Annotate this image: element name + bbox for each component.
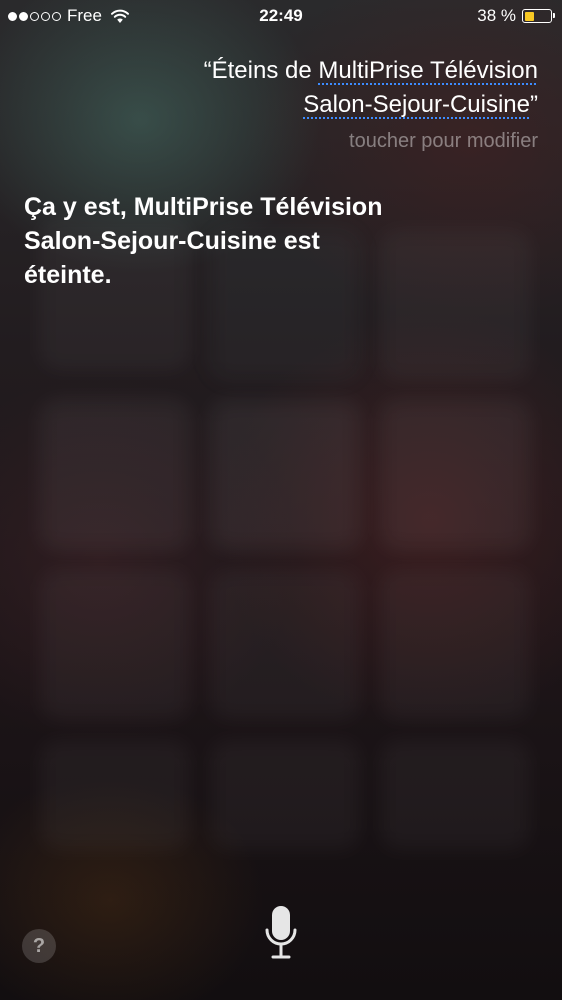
- background-tile: [40, 740, 190, 850]
- tap-to-edit-link[interactable]: toucher pour modifier: [349, 130, 538, 153]
- microphone-button[interactable]: [262, 904, 300, 964]
- battery-percentage: 38 %: [477, 6, 516, 25]
- battery-level-fill: [524, 11, 534, 21]
- siri-response: Ça y est, MultiPrise Télévision Salon-Se…: [24, 190, 524, 292]
- background-tile: [210, 570, 360, 720]
- response-line-2: Salon-Sejour-Cuisine est: [24, 227, 320, 255]
- question-icon: ?: [32, 935, 46, 957]
- siri-query[interactable]: “Éteins de MultiPrise Télévision Salon-S…: [58, 54, 538, 122]
- help-button[interactable]: ?: [22, 929, 56, 963]
- background-tile: [380, 570, 530, 720]
- response-line-3: éteinte.: [24, 261, 112, 289]
- query-line-2: Salon-Sejour-Cuisine”: [58, 88, 538, 122]
- status-bar: Free 22:49 38 %: [0, 0, 562, 34]
- battery-icon: [522, 9, 555, 23]
- query-prefix: “Éteins de: [203, 57, 312, 84]
- query-device-name-part2: Salon-Sejour-Cuisine: [303, 91, 530, 118]
- response-line-1: Ça y est, MultiPrise Télévision: [24, 193, 383, 221]
- background-tile: [40, 400, 190, 550]
- status-right: 38 %: [477, 6, 555, 26]
- background-tile: [210, 400, 360, 550]
- microphone-icon: [265, 906, 297, 959]
- query-device-name-part1: MultiPrise Télévision: [318, 57, 538, 84]
- query-line-1: “Éteins de MultiPrise Télévision: [58, 54, 538, 88]
- query-suffix: ”: [530, 91, 538, 118]
- background-tile: [380, 740, 530, 850]
- background-tile: [210, 740, 360, 850]
- background-tile: [380, 400, 530, 550]
- background-tile: [40, 570, 190, 720]
- battery-tip: [553, 13, 555, 18]
